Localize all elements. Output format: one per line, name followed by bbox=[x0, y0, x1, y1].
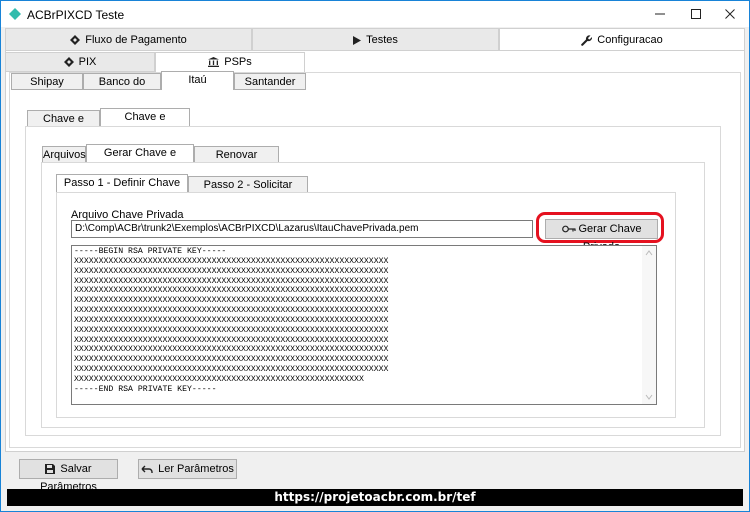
diamond-icon bbox=[70, 35, 81, 46]
bank-icon bbox=[208, 57, 220, 68]
tab-renovar-certificado[interactable]: Renovar Certificado bbox=[194, 146, 279, 177]
private-key-file-input[interactable]: D:\Comp\ACBr\trunk2\Exemplos\ACBrPIXCD\L… bbox=[71, 220, 533, 238]
tab-label: PSPs bbox=[224, 56, 252, 68]
key-icon bbox=[561, 225, 576, 233]
gerar-chave-privada-button[interactable]: Gerar Chave Privada bbox=[545, 219, 658, 253]
tab-itau[interactable]: Itaú bbox=[161, 71, 234, 90]
title-bar: ACBrPIXCD Teste bbox=[1, 1, 749, 27]
tab-chave-client-id[interactable]: Chave e Client ID bbox=[27, 110, 100, 141]
app-window: ACBrPIXCD Teste Fluxo de Pagamento Teste… bbox=[0, 0, 750, 512]
window-title: ACBrPIXCD Teste bbox=[27, 8, 125, 22]
salvar-parametros-button[interactable]: Salvar Parâmetros bbox=[19, 459, 118, 493]
footer-banner: https://projetoacbr.com.br/tef bbox=[7, 489, 743, 506]
tab-label: PIX bbox=[78, 56, 97, 68]
tab-banco-do-brasil[interactable]: Banco do Brasil bbox=[83, 73, 161, 104]
tab-psps[interactable]: PSPs bbox=[155, 52, 305, 73]
save-icon bbox=[45, 464, 56, 475]
scroll-down-icon[interactable] bbox=[645, 393, 653, 401]
scroll-up-icon[interactable] bbox=[645, 249, 653, 257]
maximize-icon bbox=[691, 9, 701, 19]
tab-label: Fluxo de Pagamento bbox=[85, 34, 187, 46]
minimize-icon bbox=[655, 13, 665, 15]
tab-passo-2[interactable]: Passo 2 - Solicitar Certificado bbox=[188, 176, 308, 207]
tab-label: Configuracao bbox=[597, 34, 663, 46]
tab-label: Testes bbox=[366, 34, 398, 46]
button-label: Ler Parâmetros bbox=[158, 463, 234, 475]
close-icon bbox=[725, 9, 735, 19]
private-key-text: -----BEGIN RSA PRIVATE KEY----- XXXXXXXX… bbox=[74, 247, 389, 394]
tab-fluxo-de-pagamento[interactable]: Fluxo de Pagamento bbox=[5, 28, 252, 51]
play-icon bbox=[353, 35, 362, 45]
tab-chave-certificado[interactable]: Chave e Certificado bbox=[100, 108, 190, 139]
tab-passo-1[interactable]: Passo 1 - Definir Chave Privada bbox=[56, 174, 188, 205]
private-key-textarea[interactable]: -----BEGIN RSA PRIVATE KEY----- XXXXXXXX… bbox=[71, 245, 657, 405]
ler-parametros-button[interactable]: Ler Parâmetros bbox=[138, 459, 237, 479]
close-button[interactable] bbox=[707, 1, 750, 27]
tab-shipay[interactable]: Shipay bbox=[11, 73, 83, 90]
diamond-icon bbox=[63, 57, 74, 68]
tab-testes[interactable]: Testes bbox=[252, 28, 499, 51]
wrench-icon bbox=[581, 34, 593, 46]
textarea-scrollbar[interactable] bbox=[642, 246, 656, 404]
undo-arrow-icon bbox=[141, 465, 153, 473]
tab-santander[interactable]: Santander bbox=[234, 73, 306, 90]
tab-gerar-chave-certificado[interactable]: Gerar Chave e Certificado bbox=[86, 144, 194, 175]
tab-configuracao[interactable]: Configuracao bbox=[499, 28, 745, 51]
tab-arquivos[interactable]: Arquivos bbox=[42, 146, 86, 163]
tab-pix[interactable]: PIX bbox=[5, 52, 155, 72]
app-diamond-icon bbox=[9, 8, 21, 20]
